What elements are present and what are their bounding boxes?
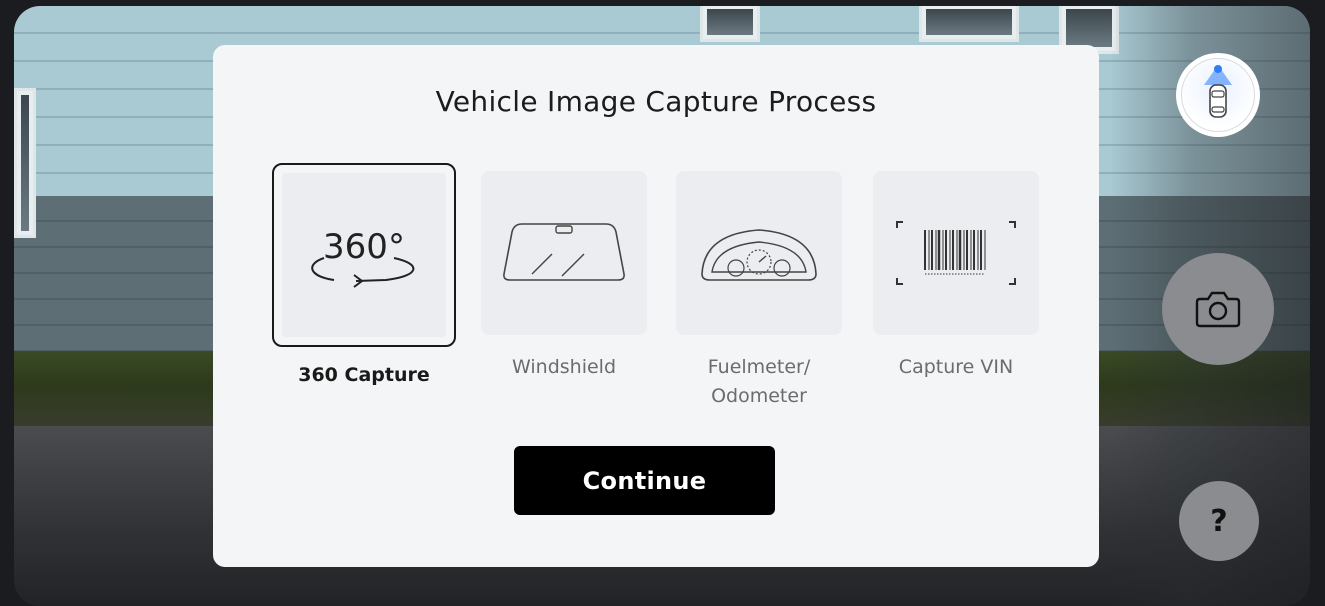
- background-window: [700, 6, 760, 42]
- continue-button[interactable]: Continue: [514, 446, 775, 515]
- option-fuelmeter-odometer[interactable]: Fuelmeter/ Odometer: [669, 163, 849, 411]
- option-tile[interactable]: [481, 171, 647, 335]
- barcode-scan-icon: [896, 221, 1016, 285]
- camera-icon: [1195, 291, 1241, 328]
- option-label-line2: Odometer: [711, 385, 807, 407]
- option-label-line1: Fuelmeter/: [707, 356, 811, 378]
- option-label: Capture VIN: [898, 356, 1014, 378]
- option-label: 360 Capture: [298, 364, 430, 386]
- option-tile[interactable]: 360°: [272, 163, 456, 347]
- shutter-button[interactable]: [1162, 253, 1274, 365]
- 360-rotate-icon: 360°: [311, 227, 415, 288]
- help-button[interactable]: ?: [1179, 481, 1259, 561]
- background-window: [14, 88, 36, 238]
- option-capture-vin[interactable]: Capture VIN: [866, 163, 1046, 382]
- capture-process-dialog: Vehicle Image Capture Process 360° 360 C…: [213, 45, 1099, 567]
- 360-icon-text: 360°: [323, 227, 405, 267]
- option-tile[interactable]: [676, 171, 842, 335]
- car-orientation-icon: [1204, 65, 1232, 118]
- orientation-indicator[interactable]: [1176, 53, 1260, 137]
- option-label: Fuelmeter/ Odometer: [669, 353, 849, 411]
- dialog-title: Vehicle Image Capture Process: [435, 85, 877, 118]
- orientation-ring: [1181, 58, 1255, 132]
- option-windshield[interactable]: Windshield: [474, 163, 654, 382]
- windshield-icon: [503, 223, 625, 281]
- option-360-capture[interactable]: 360° 360 Capture: [269, 163, 459, 390]
- option-label: Windshield: [512, 356, 616, 378]
- option-tile[interactable]: [873, 171, 1039, 335]
- background-window: [919, 6, 1019, 42]
- dashboard-gauge-icon: [701, 229, 817, 281]
